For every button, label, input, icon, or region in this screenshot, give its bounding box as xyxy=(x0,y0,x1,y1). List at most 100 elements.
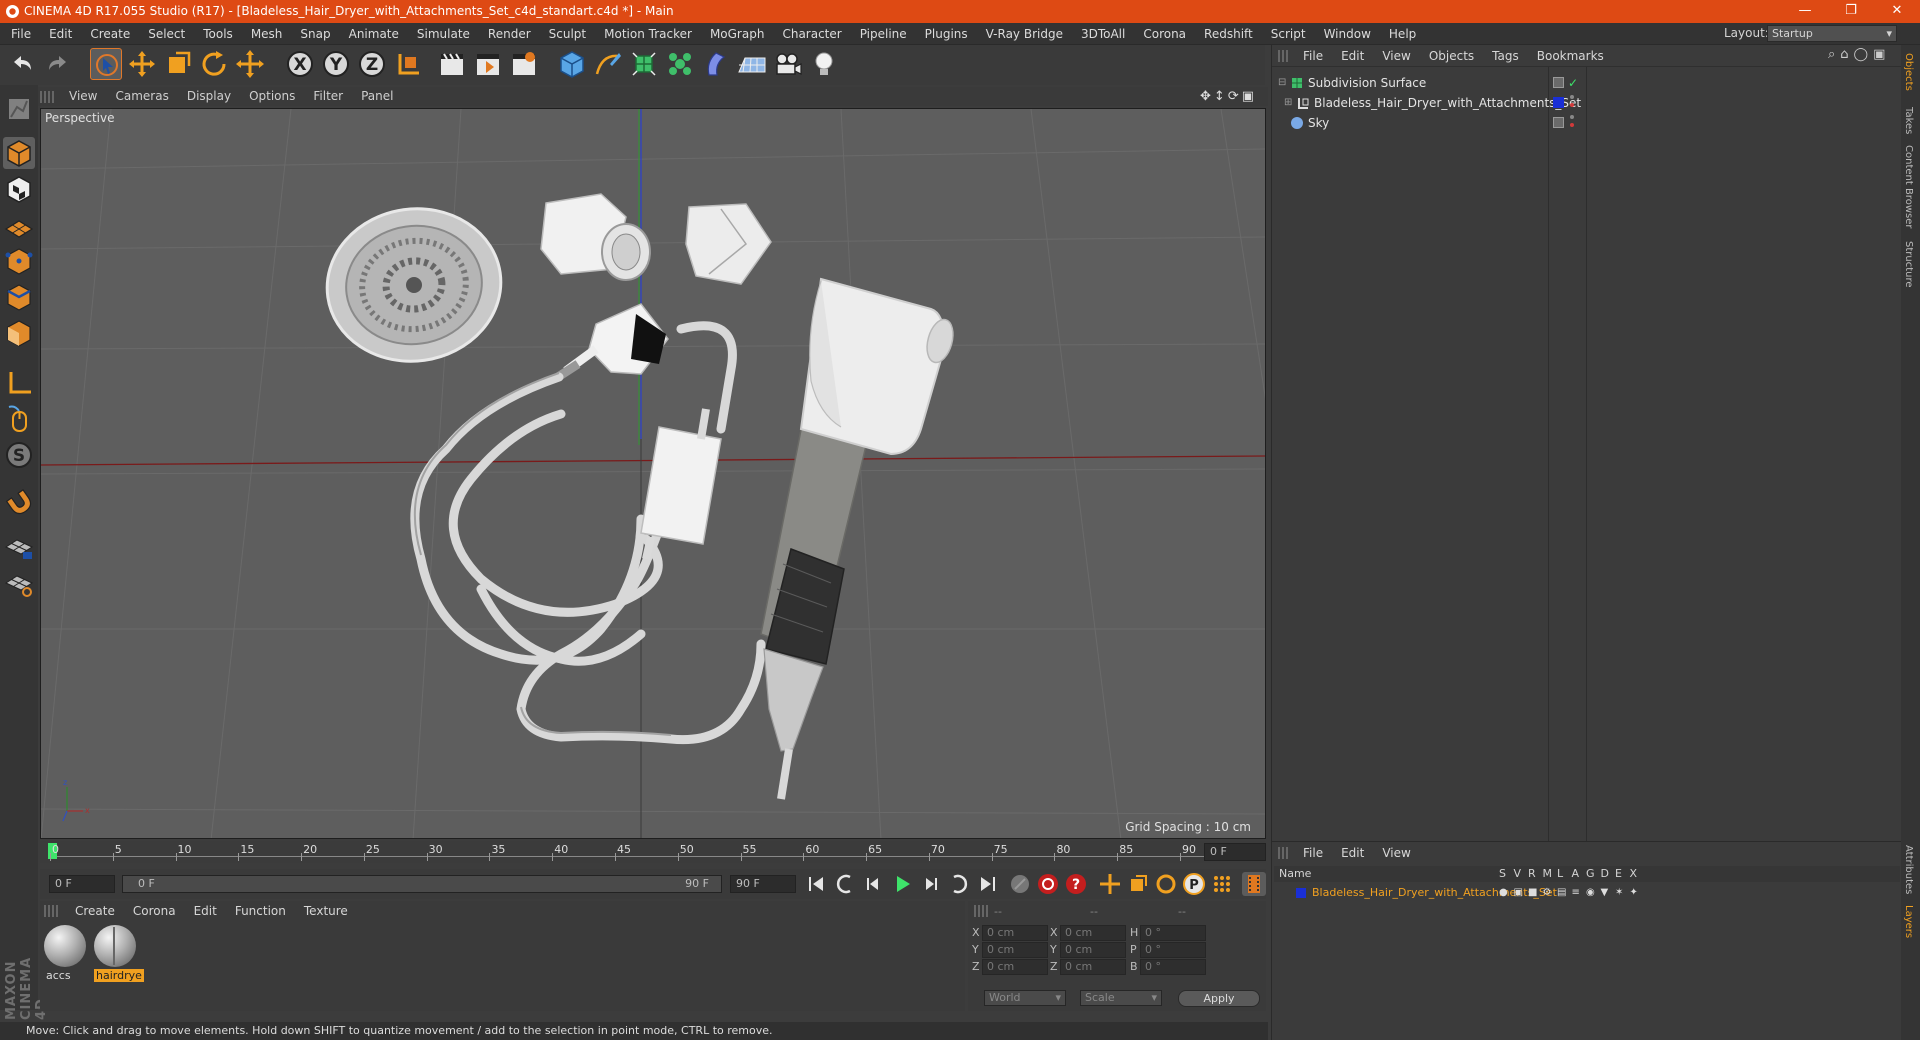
material-menu-corona[interactable]: Corona xyxy=(124,901,185,921)
cloner-button[interactable] xyxy=(664,48,696,80)
timeline-window-button[interactable] xyxy=(1242,872,1266,896)
layer-flag-toggle[interactable]: ≡ xyxy=(1572,884,1580,902)
collapse-icon[interactable]: ⊟ xyxy=(1278,73,1286,93)
render-visibility-dot[interactable] xyxy=(1570,103,1574,107)
layer-flag-x[interactable]: X xyxy=(1630,866,1638,882)
layer-row[interactable]: Bladeless_Hair_Dryer_with_Attachments_Se… xyxy=(1274,884,1900,902)
menu-snap[interactable]: Snap xyxy=(291,23,339,45)
render-picture-viewer-button[interactable] xyxy=(472,48,504,80)
layer-flag-toggle[interactable]: ◉ xyxy=(1586,884,1595,902)
enabled-check-icon[interactable]: ✓ xyxy=(1568,73,1578,93)
camera-object-button[interactable] xyxy=(772,48,804,80)
tab-content-browser[interactable]: Content Browser xyxy=(1903,145,1914,228)
go-to-start-button[interactable] xyxy=(804,872,828,896)
coordinate-system-button[interactable] xyxy=(392,48,424,80)
tab-takes[interactable]: Takes xyxy=(1903,107,1914,134)
locked-workplane-button[interactable] xyxy=(3,531,35,563)
layer-flag-d[interactable]: D xyxy=(1601,866,1609,882)
maximize-icon[interactable]: ▣ xyxy=(1873,47,1890,62)
layer-flag-toggle[interactable]: ✶ xyxy=(1615,884,1623,902)
apply-button[interactable]: Apply xyxy=(1178,990,1260,1007)
menu-simulate[interactable]: Simulate xyxy=(408,23,479,45)
menu-v-ray-bridge[interactable]: V-Ray Bridge xyxy=(977,23,1072,45)
object-row-sky[interactable]: Sky xyxy=(1272,113,1902,133)
solo-button[interactable]: S xyxy=(3,439,35,471)
render-visibility-dot[interactable] xyxy=(1570,123,1574,127)
cube-object-button[interactable] xyxy=(556,48,588,80)
model-mode-button[interactable] xyxy=(3,137,35,169)
pan-icon[interactable]: ✥ xyxy=(1200,89,1214,104)
editor-visibility-dot[interactable] xyxy=(1570,95,1574,99)
tab-objects[interactable]: Objects xyxy=(1903,53,1914,91)
texture-mode-button[interactable] xyxy=(3,173,35,205)
go-to-end-button[interactable] xyxy=(976,872,1000,896)
planar-workplane-button[interactable] xyxy=(3,567,35,599)
autokeying-button[interactable]: ? xyxy=(1064,872,1088,896)
home-icon[interactable]: ⌂ xyxy=(1840,47,1853,62)
axis-mode-button[interactable] xyxy=(3,367,35,399)
deformer-button[interactable] xyxy=(700,48,732,80)
layer-flag-toggle[interactable]: ✦ xyxy=(1630,884,1638,902)
orbit-icon[interactable]: ⟳ xyxy=(1228,89,1242,104)
menu-plugins[interactable]: Plugins xyxy=(916,23,977,45)
layer-flag-r[interactable]: R xyxy=(1528,866,1536,882)
key-scale-button[interactable] xyxy=(1126,872,1150,896)
move-tool-button[interactable] xyxy=(126,48,158,80)
rotation-b-field[interactable]: 0 ° xyxy=(1140,959,1206,975)
object-menu-tags[interactable]: Tags xyxy=(1483,46,1528,66)
layer-flag-toggle[interactable]: ⚙ xyxy=(1543,884,1552,902)
make-editable-button[interactable] xyxy=(3,93,35,125)
render-view-button[interactable] xyxy=(436,48,468,80)
expand-icon[interactable]: ⊞ xyxy=(1284,93,1292,113)
rotation-h-field[interactable]: 0 ° xyxy=(1140,925,1206,941)
layer-flag-e[interactable]: E xyxy=(1615,866,1622,882)
key-position-button[interactable] xyxy=(1098,872,1122,896)
viewport-menu-cameras[interactable]: Cameras xyxy=(106,87,177,106)
menu-help[interactable]: Help xyxy=(1380,23,1425,45)
object-menu-objects[interactable]: Objects xyxy=(1420,46,1483,66)
visibility-toggle[interactable] xyxy=(1553,77,1564,88)
points-mode-button[interactable] xyxy=(3,245,35,277)
undo-button[interactable] xyxy=(6,48,38,80)
key-rotation-button[interactable] xyxy=(1154,872,1178,896)
close-button[interactable]: ✕ xyxy=(1874,0,1920,23)
viewport-menu-view[interactable]: View xyxy=(60,87,106,106)
editor-visibility-dot[interactable] xyxy=(1570,115,1574,119)
scale-tool-button[interactable] xyxy=(162,48,194,80)
menu-corona[interactable]: Corona xyxy=(1134,23,1195,45)
perspective-viewport[interactable]: z x Perspective Grid Spacing : 10 cm xyxy=(40,108,1266,839)
visibility-toggle[interactable] xyxy=(1553,117,1564,128)
next-frame-button[interactable] xyxy=(918,872,942,896)
layer-menu-file[interactable]: File xyxy=(1294,843,1332,863)
material-menu-texture[interactable]: Texture xyxy=(295,901,357,921)
menu-animate[interactable]: Animate xyxy=(340,23,408,45)
object-menu-file[interactable]: File xyxy=(1294,46,1332,66)
menu-pipeline[interactable]: Pipeline xyxy=(851,23,916,45)
new-window-icon[interactable]: ◯ xyxy=(1854,47,1874,62)
tab-attributes[interactable]: Attributes xyxy=(1903,845,1914,894)
search-icon[interactable]: ⌕ xyxy=(1828,47,1840,62)
object-menu-bookmarks[interactable]: Bookmarks xyxy=(1528,46,1613,66)
layer-flag-s[interactable]: S xyxy=(1499,866,1506,882)
dolly-icon[interactable]: ↕ xyxy=(1214,89,1228,104)
menu-select[interactable]: Select xyxy=(139,23,194,45)
object-manager-tools[interactable]: ⌕⌂◯▣ xyxy=(1828,47,1890,62)
snapping-button[interactable] xyxy=(3,485,35,517)
layer-color-swatch[interactable] xyxy=(1553,97,1564,108)
x-axis-lock-button[interactable]: X xyxy=(284,48,316,80)
position-z-field[interactable]: 0 cm xyxy=(982,959,1048,975)
menu-script[interactable]: Script xyxy=(1262,23,1315,45)
menu-sculpt[interactable]: Sculpt xyxy=(540,23,595,45)
start-frame-field[interactable]: 0 F xyxy=(49,875,115,893)
layer-color-swatch[interactable] xyxy=(1296,888,1306,898)
rotate-tool-button[interactable] xyxy=(198,48,230,80)
layer-flag-toggle[interactable]: ■ xyxy=(1528,884,1537,902)
menu-mograph[interactable]: MoGraph xyxy=(701,23,774,45)
menu-tools[interactable]: Tools xyxy=(194,23,242,45)
next-key-button[interactable] xyxy=(946,872,970,896)
material-swatch[interactable]: hairdrye xyxy=(92,925,144,985)
menu-character[interactable]: Character xyxy=(773,23,850,45)
menu-motion-tracker[interactable]: Motion Tracker xyxy=(595,23,701,45)
tab-layers[interactable]: Layers xyxy=(1903,905,1914,938)
y-axis-lock-button[interactable]: Y xyxy=(320,48,352,80)
